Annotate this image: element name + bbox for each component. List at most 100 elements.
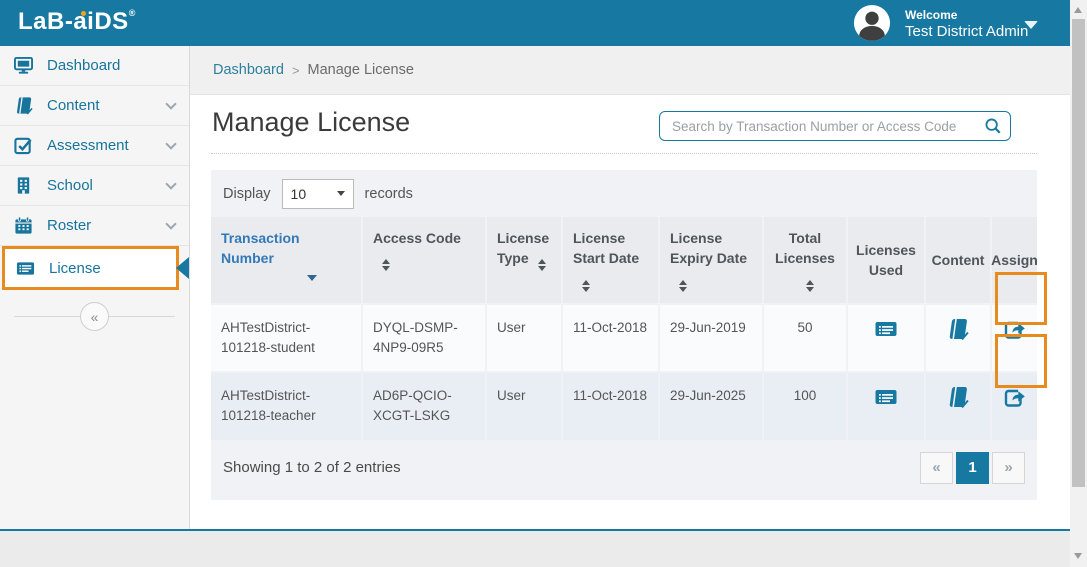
column-header-access-code[interactable]: Access Code: [363, 217, 485, 303]
chevron-down-icon: [165, 178, 176, 189]
sidebar-collapse-button[interactable]: «: [80, 302, 109, 331]
chevron-down-icon: [165, 98, 176, 109]
cell-license-type: User: [487, 373, 561, 440]
building-icon: [14, 176, 33, 195]
pagination-next-button[interactable]: »: [992, 452, 1025, 484]
sidebar-collapse-row: «: [0, 302, 189, 332]
collapse-glyph: «: [91, 309, 99, 325]
cell-license-expiry-date: 29-Jun-2019: [660, 305, 762, 372]
cell-content: [926, 373, 990, 440]
breadcrumb: Dashboard > Manage License: [190, 46, 1070, 95]
sidebar-item-label: License: [49, 260, 101, 277]
sidebar-item-content[interactable]: Content: [0, 86, 189, 126]
column-header-license-start-date[interactable]: License Start Date: [563, 217, 658, 303]
assign-share-icon[interactable]: [1003, 385, 1027, 409]
cell-content: [926, 305, 990, 372]
sidebar-item-label: Dashboard: [47, 57, 120, 74]
content-book-icon[interactable]: [946, 317, 970, 341]
cell-license-start-date: 11-Oct-2018: [563, 305, 658, 372]
breadcrumb-separator: >: [292, 63, 300, 78]
sidebar: Dashboard Content Assessment School: [0, 46, 190, 529]
sidebar-item-label: Roster: [47, 217, 91, 234]
cell-assign: [992, 305, 1037, 372]
column-header-license-expiry-date[interactable]: License Expiry Date: [660, 217, 762, 303]
license-table: Transaction Number Access Code License T…: [211, 217, 1037, 440]
search-icon[interactable]: [984, 117, 1002, 135]
sidebar-item-assessment[interactable]: Assessment: [0, 126, 189, 166]
column-header-transaction-number[interactable]: Transaction Number: [211, 217, 361, 303]
check-square-icon: [14, 136, 33, 155]
records-label: records: [365, 186, 413, 202]
user-menu-chevron-down-icon[interactable]: [1024, 21, 1038, 29]
search-box: [659, 111, 1011, 141]
pagination-prev-button[interactable]: «: [920, 452, 953, 484]
monitor-icon: [14, 56, 33, 75]
sidebar-item-label: Assessment: [47, 137, 129, 154]
lab-aids-logo[interactable]: LaB-aiDS®: [18, 8, 136, 36]
column-header-content: Content: [926, 217, 990, 303]
scroll-down-arrow-icon[interactable]: [1074, 553, 1082, 559]
breadcrumb-current: Manage License: [308, 62, 414, 78]
column-header-license-type[interactable]: License Type: [487, 217, 561, 303]
scrollbar-thumb[interactable]: [1072, 19, 1085, 487]
license-card-icon: [16, 259, 35, 278]
sidebar-item-label: School: [47, 177, 93, 194]
page-size-select[interactable]: 10: [282, 179, 354, 209]
sort-icon: [582, 280, 590, 292]
welcome-label: Welcome: [905, 8, 957, 22]
cell-transaction-number: AHTestDistrict-101218-student: [211, 305, 361, 372]
search-input[interactable]: [672, 119, 984, 134]
cell-transaction-number: AHTestDistrict-101218-teacher: [211, 373, 361, 440]
sidebar-item-dashboard[interactable]: Dashboard: [0, 46, 189, 86]
topbar: LaB-aiDS® Welcome Test District Admin: [0, 0, 1070, 46]
pagination-page-1-button[interactable]: 1: [956, 452, 989, 484]
sidebar-item-roster[interactable]: Roster: [0, 206, 189, 246]
sort-icon: [382, 259, 390, 271]
avatar[interactable]: [853, 4, 891, 42]
breadcrumb-dashboard-link[interactable]: Dashboard: [213, 62, 284, 78]
cell-license-type: User: [487, 305, 561, 372]
sidebar-item-school[interactable]: School: [0, 166, 189, 206]
page-size-value: 10: [291, 186, 307, 202]
cell-total-licenses: 100: [764, 373, 846, 440]
book-icon: [14, 96, 33, 115]
cell-license-start-date: 11-Oct-2018: [563, 373, 658, 440]
assign-share-icon[interactable]: [1003, 317, 1027, 341]
sort-icon: [679, 280, 687, 292]
divider: [211, 153, 1037, 154]
scroll-up-arrow-icon[interactable]: [1074, 7, 1082, 13]
logo-text: LaB-aiDS: [18, 8, 129, 35]
column-header-assign: Assign: [992, 217, 1037, 303]
active-item-arrow-icon: [176, 257, 189, 279]
content-book-icon[interactable]: [946, 385, 970, 409]
column-header-total-licenses[interactable]: Total Licenses: [764, 217, 846, 303]
user-name: Test District Admin: [905, 23, 1028, 40]
cell-licenses-used: [848, 373, 924, 440]
page-title: Manage License: [212, 107, 410, 138]
licenses-used-list-icon[interactable]: [874, 317, 898, 341]
sidebar-item-license[interactable]: License: [2, 246, 179, 290]
sort-desc-icon: [307, 275, 317, 281]
app-window: LaB-aiDS® Welcome Test District Admin Da…: [0, 0, 1087, 567]
sort-icon: [806, 280, 814, 292]
sidebar-item-label: Content: [47, 97, 100, 114]
vertical-scrollbar[interactable]: [1070, 0, 1087, 567]
cell-assign: [992, 373, 1037, 440]
pagination: « 1 »: [920, 452, 1025, 484]
page-bottom-strip: [0, 529, 1070, 567]
cell-access-code: AD6P-QCIO-XCGT-LSKG: [363, 373, 485, 440]
sort-icon: [538, 259, 546, 271]
cell-license-expiry-date: 29-Jun-2025: [660, 373, 762, 440]
cell-access-code: DYQL-DSMP-4NP9-09R5: [363, 305, 485, 372]
column-header-licenses-used: Licenses Used: [848, 217, 924, 303]
licenses-used-list-icon[interactable]: [874, 385, 898, 409]
entries-summary: Showing 1 to 2 of 2 entries: [223, 459, 401, 476]
calendar-icon: [14, 216, 33, 235]
logo-orange-dot: [81, 11, 86, 16]
cell-licenses-used: [848, 305, 924, 372]
table-footer: Showing 1 to 2 of 2 entries « 1 »: [211, 440, 1037, 494]
license-table-panel: Display 10 records Transaction Number Ac…: [211, 170, 1037, 500]
registered-mark: ®: [129, 8, 136, 18]
chevron-down-icon: [165, 138, 176, 149]
select-caret-icon: [337, 191, 345, 196]
